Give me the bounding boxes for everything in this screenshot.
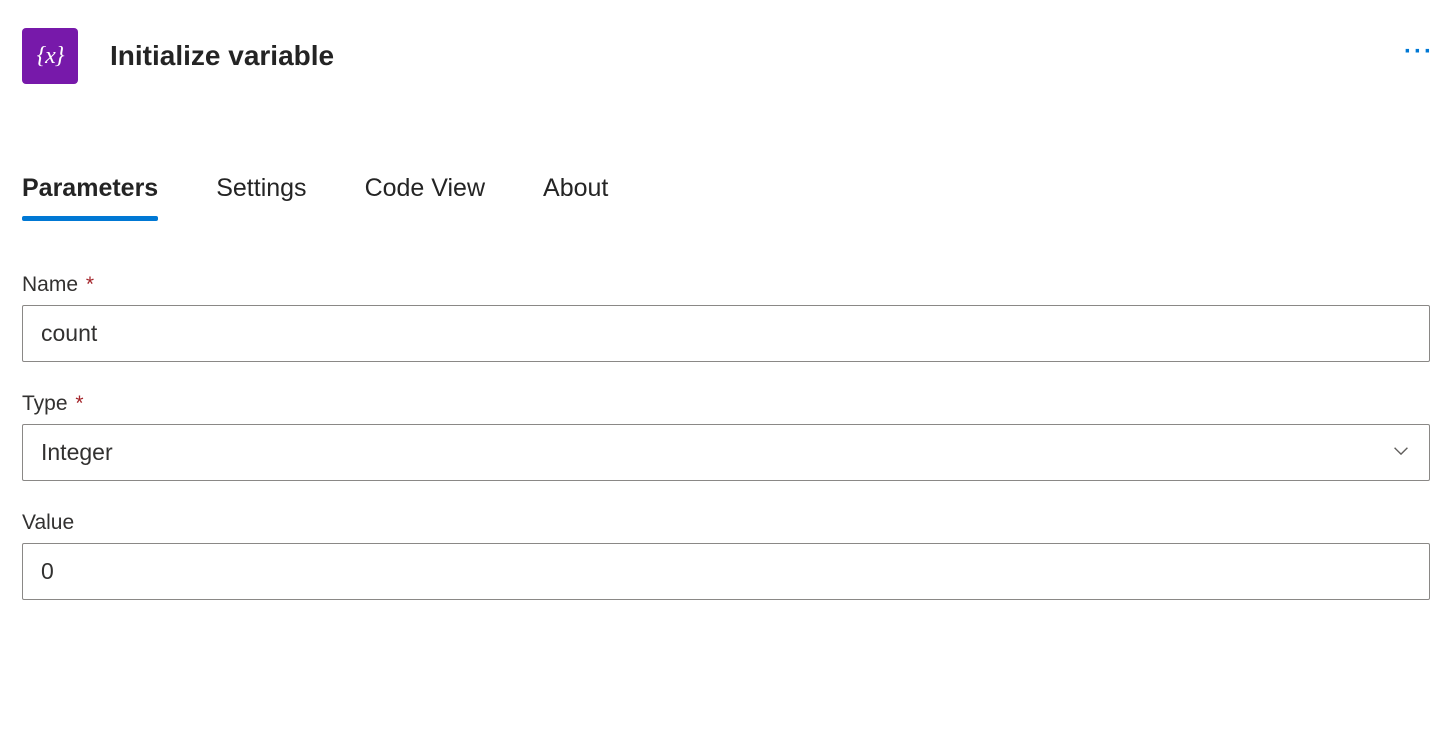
header-actions: ··· <box>1400 36 1438 68</box>
type-select[interactable]: Integer <box>22 424 1430 481</box>
tab-about[interactable]: About <box>543 174 608 217</box>
value-label-text: Value <box>22 511 74 534</box>
type-select-value: Integer <box>41 439 113 466</box>
more-actions-button[interactable]: ··· <box>1400 36 1438 68</box>
tab-code-view[interactable]: Code View <box>365 174 485 217</box>
card-header: {x} Initialize variable <box>22 28 1430 84</box>
name-label: Name * <box>22 273 1430 297</box>
value-label: Value <box>22 511 1430 535</box>
name-input[interactable] <box>22 305 1430 362</box>
name-label-text: Name <box>22 273 78 296</box>
tab-settings[interactable]: Settings <box>216 174 306 217</box>
variable-icon-glyph: {x} <box>37 43 64 70</box>
required-indicator: * <box>86 273 94 296</box>
action-title: Initialize variable <box>110 40 334 72</box>
required-indicator: * <box>75 392 83 415</box>
type-label: Type * <box>22 392 1430 416</box>
value-input[interactable] <box>22 543 1430 600</box>
type-field-group: Type * Integer <box>22 392 1430 481</box>
type-label-text: Type <box>22 392 68 415</box>
name-field-group: Name * <box>22 273 1430 362</box>
value-field-group: Value <box>22 511 1430 600</box>
variable-action-icon: {x} <box>22 28 78 84</box>
tab-parameters[interactable]: Parameters <box>22 174 158 217</box>
type-select-wrapper: Integer <box>22 424 1430 481</box>
tabs: Parameters Settings Code View About <box>22 174 1430 217</box>
